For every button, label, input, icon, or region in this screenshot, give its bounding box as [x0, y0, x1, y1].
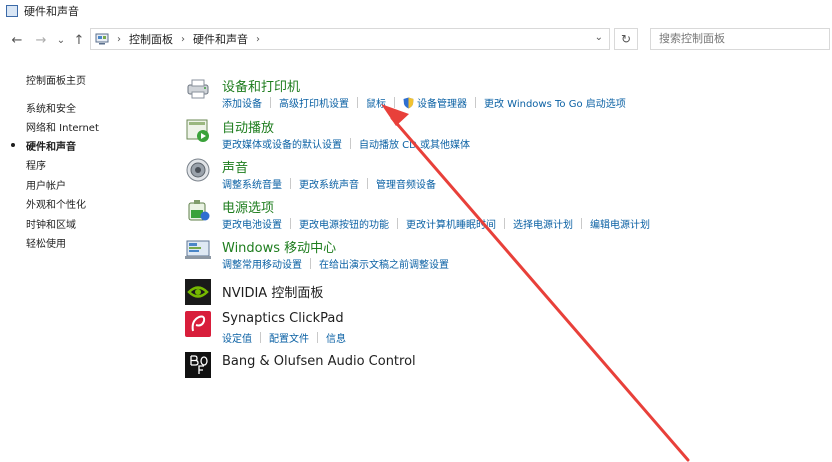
annotation-arrow: [381, 104, 690, 462]
